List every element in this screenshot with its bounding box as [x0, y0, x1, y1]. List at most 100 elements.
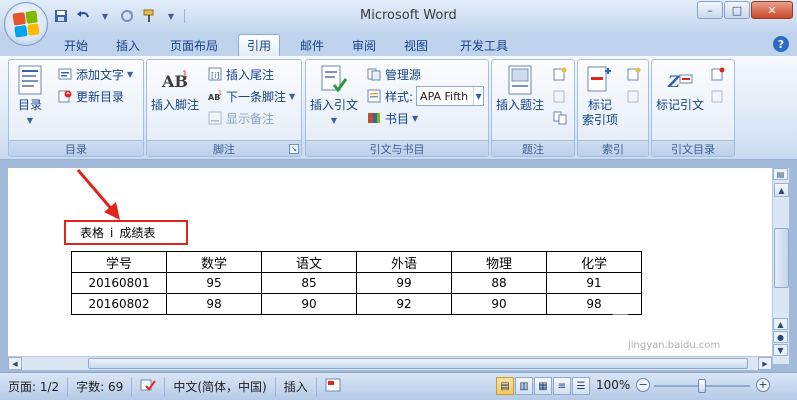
table-cell[interactable]: 95 — [166, 272, 262, 294]
toc-button[interactable]: 目录 ▼ — [15, 64, 45, 128]
document-page[interactable]: 表格 i 成绩表 学号 数学 语文 外语 物理 化学 20160801 95 8… — [8, 168, 772, 364]
language-indicator[interactable]: 中文(简体，中国) — [165, 376, 276, 397]
table-cell[interactable]: 98 — [546, 293, 642, 315]
zoom-out-button[interactable]: − — [636, 378, 650, 392]
scroll-left-button[interactable]: ◀ — [8, 357, 22, 370]
scroll-right-button[interactable]: ▶ — [758, 357, 772, 370]
redo-icon[interactable] — [118, 7, 136, 25]
mark-citation-icon: Z — [665, 64, 695, 96]
undo-icon[interactable] — [74, 7, 92, 25]
show-notes-icon — [207, 110, 223, 126]
update-index-button[interactable] — [626, 86, 642, 106]
macro-record-button[interactable] — [317, 377, 349, 397]
full-screen-reading-view-button[interactable]: ▥ — [515, 377, 533, 395]
mark-citation-button[interactable]: Z 标记引文 — [656, 64, 704, 113]
word-count[interactable]: 字数: 69 — [68, 376, 133, 397]
vertical-scrollbar[interactable]: ▤ ▲ ▲ ● ▼ — [772, 168, 789, 364]
table-header-cell[interactable]: 语文 — [261, 251, 357, 273]
update-toc-label: 更新目录 — [76, 89, 125, 104]
insert-table-of-figures-button[interactable] — [552, 64, 568, 84]
window-title: Microsoft Word — [360, 8, 457, 23]
table-cell[interactable]: 91 — [546, 272, 642, 294]
table-header-cell[interactable]: 化学 — [546, 251, 642, 273]
web-layout-view-button[interactable]: ▦ — [534, 377, 552, 395]
table-cell[interactable]: 90 — [261, 293, 357, 315]
table-cell[interactable]: 20160801 — [71, 272, 167, 294]
update-toc-button[interactable]: 更新目录 — [57, 86, 124, 106]
zoom-level[interactable]: 100% — [596, 378, 630, 392]
mark-entry-button[interactable]: 标记 索引项 — [582, 64, 618, 128]
table-cell[interactable]: 90 — [451, 293, 547, 315]
vertical-scroll-thumb[interactable] — [774, 228, 789, 288]
maximize-button[interactable]: □ — [724, 1, 750, 19]
tab-mailings[interactable]: 邮件 — [292, 34, 332, 56]
table-cell[interactable]: 99 — [356, 272, 452, 294]
bibliography-dropdown-icon: ▼ — [412, 113, 419, 123]
table-cell[interactable]: 88 — [451, 272, 547, 294]
grades-table[interactable]: 学号 数学 语文 外语 物理 化学 20160801 95 85 99 88 9… — [71, 251, 642, 315]
horizontal-scrollbar[interactable]: ◀ ▶ — [8, 356, 772, 370]
update-table-button[interactable] — [552, 86, 568, 106]
manage-sources-button[interactable]: 管理源 — [366, 64, 421, 84]
table-cell[interactable]: 92 — [356, 293, 452, 315]
save-icon[interactable] — [52, 7, 70, 25]
outline-view-button[interactable]: ≡ — [553, 377, 571, 395]
select-browse-object-button[interactable]: ● — [773, 331, 788, 343]
citation-style-dropdown-icon: ▼ — [473, 87, 483, 105]
insert-index-button[interactable] — [626, 64, 642, 84]
table-header-cell[interactable]: 外语 — [356, 251, 452, 273]
minimize-button[interactable]: – — [697, 1, 723, 19]
draft-view-button[interactable]: ☰ — [572, 377, 590, 395]
tab-home[interactable]: 开始 — [56, 34, 96, 56]
group-label-captions: 题注 — [492, 140, 574, 156]
view-buttons: ▤ ▥ ▦ ≡ ☰ — [496, 377, 590, 395]
table-cell[interactable]: 20160802 — [71, 293, 167, 315]
format-painter-icon[interactable] — [140, 7, 158, 25]
ruler-toggle-icon[interactable]: ▤ — [773, 168, 788, 180]
tab-page-layout[interactable]: 页面布局 — [162, 34, 226, 56]
table-header-cell[interactable]: 物理 — [451, 251, 547, 273]
table-header-cell[interactable]: 学号 — [71, 251, 167, 273]
page-indicator[interactable]: 页面: 1/2 — [0, 376, 69, 397]
close-button[interactable]: ✕ — [751, 1, 793, 19]
next-footnote-button[interactable]: AB 1 下一条脚注 ▼ — [207, 86, 295, 106]
next-page-button[interactable]: ▼ — [773, 344, 788, 356]
proofing-status[interactable] — [132, 376, 166, 397]
table-cell[interactable]: 98 — [166, 293, 262, 315]
tab-view[interactable]: 视图 — [396, 34, 436, 56]
next-footnote-dropdown-icon: ▼ — [289, 91, 296, 101]
insert-toa-button[interactable] — [710, 64, 726, 84]
tab-references[interactable]: 引用 — [238, 34, 281, 56]
office-button[interactable] — [4, 2, 48, 46]
scroll-up-button[interactable]: ▲ — [774, 183, 789, 197]
customize-qat-icon[interactable]: ▼ — [162, 7, 180, 25]
previous-page-button[interactable]: ▲ — [773, 318, 788, 330]
insert-footnote-button[interactable]: AB 1 插入脚注 — [151, 64, 199, 113]
tab-insert[interactable]: 插入 — [108, 34, 148, 56]
group-label-index: 索引 — [578, 140, 648, 156]
zoom-slider-thumb[interactable] — [698, 379, 706, 393]
insert-caption-button[interactable]: 插入题注 — [496, 64, 544, 113]
horizontal-scroll-thumb[interactable] — [88, 358, 748, 369]
cross-reference-button[interactable] — [552, 108, 568, 128]
zoom-in-button[interactable]: + — [756, 378, 770, 392]
add-text-button[interactable]: 添加文字 ▼ — [57, 64, 133, 84]
tab-review[interactable]: 审阅 — [344, 34, 384, 56]
insert-mode-indicator[interactable]: 插入 — [276, 376, 317, 397]
table-cell[interactable]: 85 — [261, 272, 357, 294]
show-notes-button[interactable]: 显示备注 — [207, 108, 274, 128]
group-table-of-authorities: Z 标记引文 引文目录 — [651, 59, 735, 157]
help-icon[interactable]: ? — [773, 36, 789, 52]
tab-developer[interactable]: 开发工具 — [452, 34, 516, 56]
citation-style-select[interactable]: APA Fifth ▼ — [416, 86, 485, 106]
table-header-cell[interactable]: 数学 — [166, 251, 262, 273]
bibliography-button[interactable]: 书目 ▼ — [366, 108, 418, 128]
footnotes-dialog-launcher[interactable]: ↘ — [289, 144, 299, 154]
insert-endnote-button[interactable]: [i] 插入尾注 — [207, 64, 274, 84]
insert-citation-button[interactable]: 插入引文 ▼ — [310, 64, 358, 128]
table-caption[interactable]: 表格 i 成绩表 — [64, 220, 188, 245]
update-toa-button[interactable] — [710, 86, 726, 106]
manage-sources-icon — [366, 66, 382, 82]
undo-dropdown-icon[interactable]: ▼ — [96, 7, 114, 25]
print-layout-view-button[interactable]: ▤ — [496, 377, 514, 395]
